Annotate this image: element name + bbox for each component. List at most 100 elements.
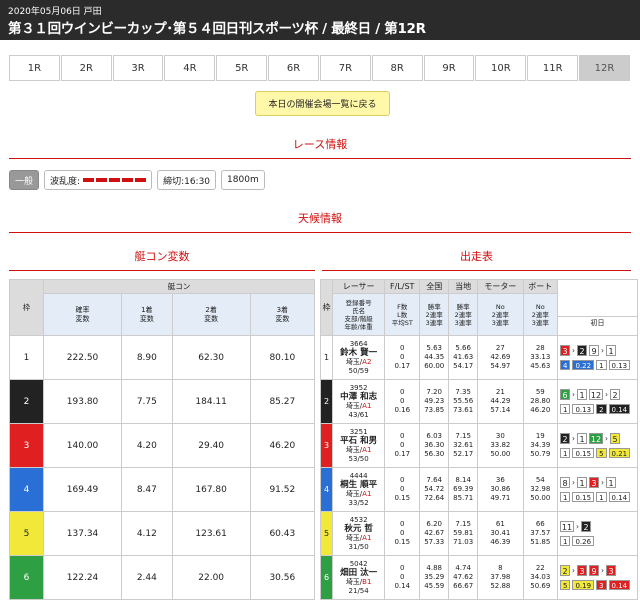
table-row: 6 122.24 2.44 22.00 30.56 (9, 555, 316, 600)
tab-8r[interactable]: 8R (371, 55, 423, 81)
value-cell: 2.44 (121, 555, 173, 600)
st-1: 1 0.15 (560, 492, 595, 502)
first-day-result: 6 › 1 12 › 2 1 0.13 2 0.14 (557, 379, 638, 424)
racer-cell[interactable]: 5042 畑田 汰一 埼玉/B1 21/54 (331, 555, 386, 600)
mini-box: 1 (560, 404, 571, 414)
st-value: 0.15 (572, 448, 595, 458)
class-label: A1 (362, 489, 372, 498)
result-2: 12 › 2 (589, 389, 620, 400)
racer-name[interactable]: 桐生 順平 (333, 480, 384, 490)
weather-heading: 天候情報 (9, 210, 631, 233)
mini-box: 5 (610, 433, 620, 444)
racer-name[interactable]: 畑田 汰一 (333, 568, 384, 578)
st-1: 4 0.22 (560, 360, 595, 370)
tab-2r[interactable]: 2R (60, 55, 112, 81)
result-2: 9 › 1 (589, 345, 616, 356)
table-row: 5 137.34 4.12 123.61 60.43 (9, 511, 316, 556)
racer-name[interactable]: 平石 和男 (333, 436, 384, 446)
tab-12r[interactable]: 12R (579, 55, 630, 81)
col-header: レーサー (331, 279, 386, 294)
result-1: 3 › 2 (560, 345, 587, 356)
arrow-icon: › (601, 566, 604, 575)
sub-header: No 2連率 3連率 (522, 293, 559, 336)
motor-table: 枠 艇コン 確率 変数 1着 変数 2着 変数 3着 変数 1 222.50 8.90 62.30 8… (9, 279, 316, 600)
racer-cell[interactable]: 4444 桐生 順平 埼玉/A1 33/52 (331, 467, 386, 512)
race-tabs: 1R 2R 3R 4R 5R 6R 7R 8R 9R 10R 11R 12R (9, 55, 631, 81)
mini-box: 9 (589, 345, 599, 356)
racer-cell[interactable]: 3952 中澤 和志 埼玉/A1 43/61 (331, 379, 386, 424)
first-day-result: 11 › 2 1 0.26 (557, 511, 638, 556)
stat-cell: 22 34.03 50.69 (522, 555, 559, 600)
arrow-icon: › (572, 434, 575, 443)
value-cell: 4.12 (121, 511, 173, 556)
mini-box: 1 (596, 360, 607, 370)
first-day-header: 初日 (557, 279, 638, 336)
sub-header: 勝率 2連率 3連率 (419, 293, 450, 336)
first-day-result: 2 › 1 12 › 5 1 0.15 5 0.21 (557, 423, 638, 468)
age-weight: 33/52 (348, 498, 369, 507)
header: 2020年05月06日 戸田 第３１回ウインビーカップ･第５４回日刊スポーツ杯 … (0, 0, 640, 40)
stat-cell: 0 0 0.15 (384, 467, 421, 512)
st-1: 1 0.13 (560, 404, 595, 414)
waku-cell: 2 (9, 379, 44, 424)
stat-cell: 28 33.13 45.63 (522, 335, 559, 380)
tab-6r[interactable]: 6R (268, 55, 319, 81)
st-2: 2 0.14 (596, 404, 631, 414)
grade-badge: 一般 (9, 170, 40, 190)
mini-box: 8 (560, 477, 570, 488)
group-header: 艇コン (43, 279, 315, 294)
value-cell: 60.43 (249, 511, 316, 556)
value-cell: 137.34 (42, 511, 123, 556)
class-label: A1 (362, 445, 372, 454)
racer-name[interactable]: 中澤 和志 (333, 392, 384, 402)
racer-name[interactable]: 秋元 哲 (333, 524, 384, 534)
waku-cell: 4 (320, 467, 333, 512)
value-cell: 30.56 (249, 555, 316, 600)
mini-box: 5 (560, 580, 571, 590)
arrow-icon: › (601, 346, 604, 355)
value-cell: 4.20 (121, 423, 173, 468)
mini-box: 2 (610, 389, 620, 400)
wave-bars (83, 178, 147, 182)
tab-11r[interactable]: 11R (527, 55, 579, 81)
st-value: 0.13 (572, 404, 595, 414)
tab-5r[interactable]: 5R (216, 55, 268, 81)
stat-cell: 7.15 32.61 52.17 (448, 423, 479, 468)
tab-1r[interactable]: 1R (9, 55, 60, 81)
value-cell: 122.24 (42, 555, 123, 600)
table-row: 2 193.80 7.75 184.11 85.27 (9, 379, 316, 424)
arrow-icon: › (605, 434, 608, 443)
racer-cell[interactable]: 3251 平石 和男 埼玉/A1 53/50 (331, 423, 386, 468)
back-to-venues-button[interactable]: 本日の開催会場一覧に戻る (255, 91, 390, 116)
col-header: 当地 (448, 279, 479, 294)
sub-header: No 2連率 3連率 (477, 293, 524, 336)
branch: 埼玉/B1 (345, 577, 372, 586)
tab-4r[interactable]: 4R (164, 55, 216, 81)
st-value: 0.19 (572, 580, 595, 590)
sub-header: F数 L数 平均ST (384, 293, 421, 336)
st-2: 1 0.14 (596, 492, 631, 502)
tab-10r[interactable]: 10R (475, 55, 527, 81)
mini-box: 1 (560, 448, 571, 458)
mini-box: 1 (560, 492, 571, 502)
tab-9r[interactable]: 9R (423, 55, 475, 81)
tab-7r[interactable]: 7R (319, 55, 371, 81)
col-header: ボート (522, 279, 559, 294)
racer-name[interactable]: 鈴木 賢一 (333, 348, 384, 358)
sub-header: 登録番号 氏名 支部/階級 年齢/体重 (331, 293, 386, 336)
first-day-result: 8 › 1 3 › 1 1 0.15 1 0.14 (557, 467, 638, 512)
mini-box: 2 (577, 345, 587, 356)
mini-box: 9 (589, 565, 599, 576)
result-2: 9 › 3 (589, 565, 616, 576)
waku-cell: 6 (9, 555, 44, 600)
stat-cell: 6.20 42.67 57.33 (419, 511, 450, 556)
racer-cell[interactable]: 3664 鈴木 賢一 埼玉/A2 50/59 (331, 335, 386, 380)
first-day-label: 初日 (558, 315, 637, 328)
deadline: 締切:16:30 (157, 170, 217, 190)
waku-cell: 5 (9, 511, 44, 556)
result-2: 12 › 5 (589, 433, 620, 444)
result-1: 6 › 1 (560, 389, 587, 400)
tab-3r[interactable]: 3R (112, 55, 164, 81)
racer-cell[interactable]: 4532 秋元 哲埼玉/A1 31/50 (331, 511, 386, 556)
age-weight: 31/50 (348, 542, 369, 551)
